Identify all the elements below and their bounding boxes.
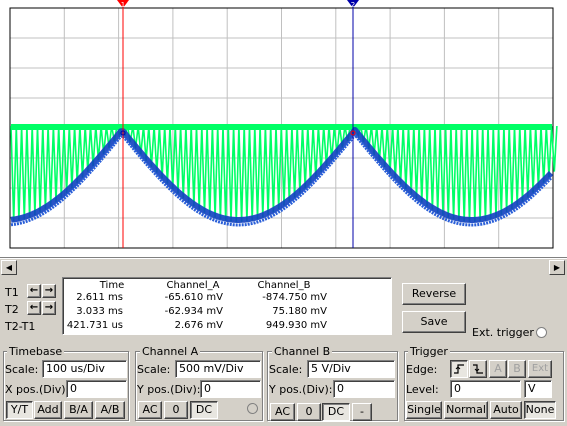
- waveform-display: 12: [9, 0, 558, 249]
- b-over-a-button[interactable]: B/A: [64, 401, 93, 419]
- channel-a-title: Channel A: [140, 345, 201, 358]
- cursor-1-number: 1: [121, 1, 125, 9]
- oscilloscope-screen: 12: [0, 0, 567, 258]
- t1-channel-a: -65.610 mV: [164, 292, 223, 303]
- trigger-source-a-button[interactable]: A: [489, 360, 507, 378]
- channel-a-radio[interactable]: [247, 403, 258, 414]
- t1-time: 2.611 ms: [76, 292, 123, 303]
- t2-channel-b: 75.180 mV: [272, 306, 327, 317]
- diff-time: 421.731 us: [66, 320, 123, 331]
- trigger-title: Trigger: [408, 345, 450, 358]
- channel-b-title: Channel B: [272, 345, 333, 358]
- trigger-none-button[interactable]: None: [524, 401, 556, 419]
- channel-a-zero-button[interactable]: 0: [164, 401, 188, 419]
- horizontal-scrollbar[interactable]: ◀ ▶: [0, 258, 567, 275]
- time-header: Time: [99, 280, 125, 291]
- channel-b-dc-button[interactable]: DC: [322, 403, 350, 421]
- timebase-xpos-field[interactable]: 0: [66, 380, 127, 398]
- channel-b-ypos-label: Y pos.(Div):: [269, 383, 333, 396]
- falling-edge-button[interactable]: [469, 360, 487, 378]
- ext-trigger-radio[interactable]: [536, 327, 547, 338]
- channel-b-header: Channel_B: [257, 280, 311, 291]
- trigger-source-b-button[interactable]: B: [508, 360, 526, 378]
- timebase-scale-field[interactable]: 100 us/Div: [42, 360, 127, 378]
- channel-a-top-band: [11, 124, 552, 130]
- t2-channel-a: -62.934 mV: [164, 306, 223, 317]
- t2-right-arrow-icon[interactable]: →: [42, 301, 56, 315]
- channel-b-invert-button[interactable]: -: [352, 403, 372, 421]
- t2-t1-label: T2-T1: [5, 320, 36, 333]
- rising-edge-button[interactable]: [450, 360, 468, 378]
- t1-channel-b: -874.750 mV: [262, 292, 327, 303]
- diff-channel-a: 2.676 mV: [174, 320, 223, 331]
- t2-label: T2: [5, 303, 19, 316]
- trigger-level-field[interactable]: 0: [450, 380, 521, 398]
- channel-a-ypos-field[interactable]: 0: [200, 380, 261, 398]
- channel-a-dc-button[interactable]: DC: [190, 401, 218, 419]
- timebase-scale-label: Scale:: [5, 363, 39, 376]
- t1-left-arrow-icon[interactable]: ←: [27, 284, 41, 298]
- yt-mode-button[interactable]: Y/T: [6, 401, 33, 419]
- t1-label: T1: [5, 286, 19, 299]
- trigger-normal-button[interactable]: Normal: [444, 401, 488, 419]
- t1-right-arrow-icon[interactable]: →: [42, 284, 56, 298]
- channel-b-scale-field[interactable]: 5 V/Div: [307, 360, 395, 378]
- falling-edge-icon: [473, 364, 483, 374]
- ext-trigger-label: Ext. trigger: [472, 326, 534, 339]
- diff-channel-b: 949.930 mV: [265, 320, 327, 331]
- channel-b-ypos-field[interactable]: 0: [333, 380, 395, 398]
- t2-time: 3.033 ms: [76, 306, 123, 317]
- trigger-auto-button[interactable]: Auto: [490, 401, 522, 419]
- a-over-b-button[interactable]: A/B: [95, 401, 125, 419]
- trigger-level-label: Level:: [406, 383, 439, 396]
- channel-b-scale-label: Scale:: [269, 363, 303, 376]
- scroll-right-icon[interactable]: ▶: [549, 260, 565, 275]
- channel-a-scale-field[interactable]: 500 mV/Div: [175, 360, 261, 378]
- reverse-button[interactable]: Reverse: [402, 283, 466, 305]
- trigger-single-button[interactable]: Single: [406, 401, 442, 419]
- trigger-level-unit[interactable]: V: [524, 380, 552, 398]
- channel-b-zero-button[interactable]: 0: [297, 403, 321, 421]
- trigger-edge-label: Edge:: [406, 363, 438, 376]
- scroll-left-icon[interactable]: ◀: [1, 260, 17, 275]
- save-button[interactable]: Save: [402, 311, 466, 333]
- trigger-source-ext-button[interactable]: Ext: [528, 360, 552, 378]
- channel-a-ypos-label: Y pos.(Div):: [137, 383, 201, 396]
- channel-b-ac-button[interactable]: AC: [270, 403, 295, 421]
- channel-a-header: Channel_A: [166, 280, 220, 291]
- measurements-table: Time Channel_A Channel_B 2.611 ms -65.61…: [62, 277, 392, 335]
- channel-a-scale-label: Scale:: [137, 363, 171, 376]
- channel-a-ac-button[interactable]: AC: [138, 401, 162, 419]
- rising-edge-icon: [454, 364, 464, 374]
- t2-left-arrow-icon[interactable]: ←: [27, 301, 41, 315]
- timebase-title: Timebase: [7, 345, 65, 358]
- timebase-xpos-label: X pos.(Div):: [5, 383, 70, 396]
- cursor-2-number: 2: [351, 1, 355, 9]
- add-mode-button[interactable]: Add: [34, 401, 62, 419]
